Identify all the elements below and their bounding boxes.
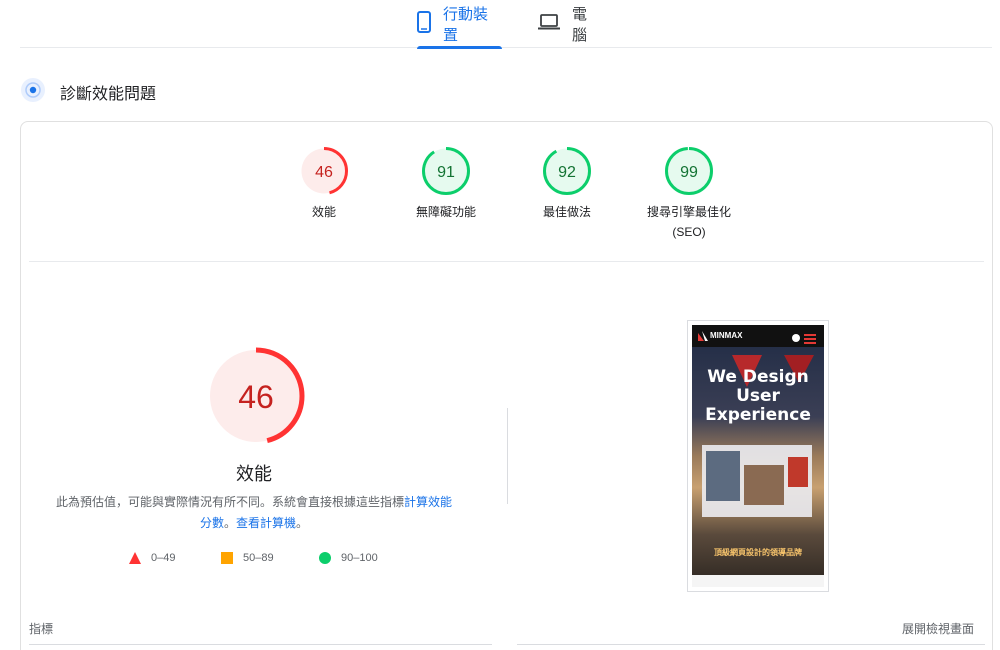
gauge-label: 最佳做法	[512, 202, 622, 222]
desc-end: 。	[296, 516, 309, 530]
square-icon	[221, 552, 233, 564]
expand-view-button[interactable]: 展開檢視畫面	[902, 620, 974, 637]
divider	[517, 644, 985, 645]
gauge-1[interactable]: 91 無障礙功能	[391, 146, 501, 222]
section-header: 診斷效能問題	[20, 77, 157, 108]
thumb-headline-2: User	[736, 386, 780, 406]
thumb-brand: MINMAX	[710, 331, 743, 340]
legend-pass-label: 90–100	[341, 552, 378, 564]
score-gauge: 92	[543, 147, 591, 195]
metrics-heading: 指標	[29, 622, 54, 636]
legend-average: 50–89	[221, 552, 274, 564]
desc-mid: 。	[223, 516, 236, 530]
tab-mobile-label: 行動裝置	[443, 6, 489, 44]
device-tabs: 行動裝置 電腦	[20, 0, 992, 49]
gauge-label: 無障礙功能	[391, 202, 501, 222]
gauge-score: 91	[437, 164, 455, 181]
section-title: 診斷效能問題	[60, 86, 157, 103]
tab-desktop[interactable]: 電腦	[538, 0, 600, 48]
score-gauge: 99	[665, 147, 713, 195]
gauge-0[interactable]: 46 效能	[269, 146, 379, 222]
triangle-icon	[129, 552, 141, 564]
gauge-label-text: 無障礙功能	[415, 205, 476, 219]
diagnose-icon	[20, 77, 46, 108]
gauge-label: 搜尋引擎最佳化 (SEO)	[634, 202, 744, 242]
laptop-icon	[538, 14, 560, 34]
screenshot-image: MINMAX We Design User Experience 頂級網頁設計的…	[692, 325, 824, 587]
phone-icon	[417, 11, 431, 37]
gauge-sublabel: (SEO)	[672, 225, 706, 239]
gauge-score: 46	[315, 164, 333, 181]
legend-pass: 90–100	[319, 552, 378, 564]
desc-text: 此為預估值，可能與實際情況有所不同。系統會直接根據這些指標	[55, 495, 404, 509]
calculator-link[interactable]: 查看計算機	[236, 516, 296, 530]
report-card: 46 效能 91 無障礙功能 92 最佳做法 99 搜尋引擎最佳化 (SEO) 46 效能 此為…	[20, 121, 993, 650]
thumb-headline-1: We Design	[707, 367, 809, 387]
gauge-label: 效能	[269, 202, 379, 222]
legend-fail: 0–49	[129, 552, 175, 564]
vertical-divider	[507, 408, 508, 504]
performance-score-large: 46	[238, 379, 274, 415]
performance-gauge-large: 46	[206, 346, 306, 446]
score-gauge: 91	[422, 147, 470, 195]
score-gauge: 46	[300, 147, 348, 195]
tab-mobile[interactable]: 行動裝置	[417, 0, 502, 49]
gauge-3[interactable]: 99 搜尋引擎最佳化 (SEO)	[634, 146, 744, 242]
circle-icon	[319, 552, 331, 564]
thumb-headline-3: Experience	[705, 405, 811, 425]
gauge-label-text: 最佳做法	[542, 205, 591, 219]
performance-description: 此為預估值，可能與實際情況有所不同。系統會直接根據這些指標計算效能分數。查看計算…	[51, 492, 457, 534]
gauge-label-text: 效能	[311, 205, 336, 219]
legend-fail-label: 0–49	[151, 552, 176, 564]
legend-average-label: 50–89	[243, 552, 274, 564]
gauge-2[interactable]: 92 最佳做法	[512, 146, 622, 222]
gauge-score: 99	[680, 164, 698, 181]
performance-title: 效能	[236, 464, 272, 484]
gauge-score: 92	[558, 164, 576, 181]
divider	[29, 644, 492, 645]
page-screenshot[interactable]: MINMAX We Design User Experience 頂級網頁設計的…	[687, 320, 829, 592]
gauge-label-text: 搜尋引擎最佳化	[646, 205, 731, 219]
tab-desktop-label: 電腦	[572, 6, 588, 44]
divider	[29, 261, 984, 262]
thumb-tagline: 頂級網頁設計的領導品牌	[714, 548, 802, 557]
